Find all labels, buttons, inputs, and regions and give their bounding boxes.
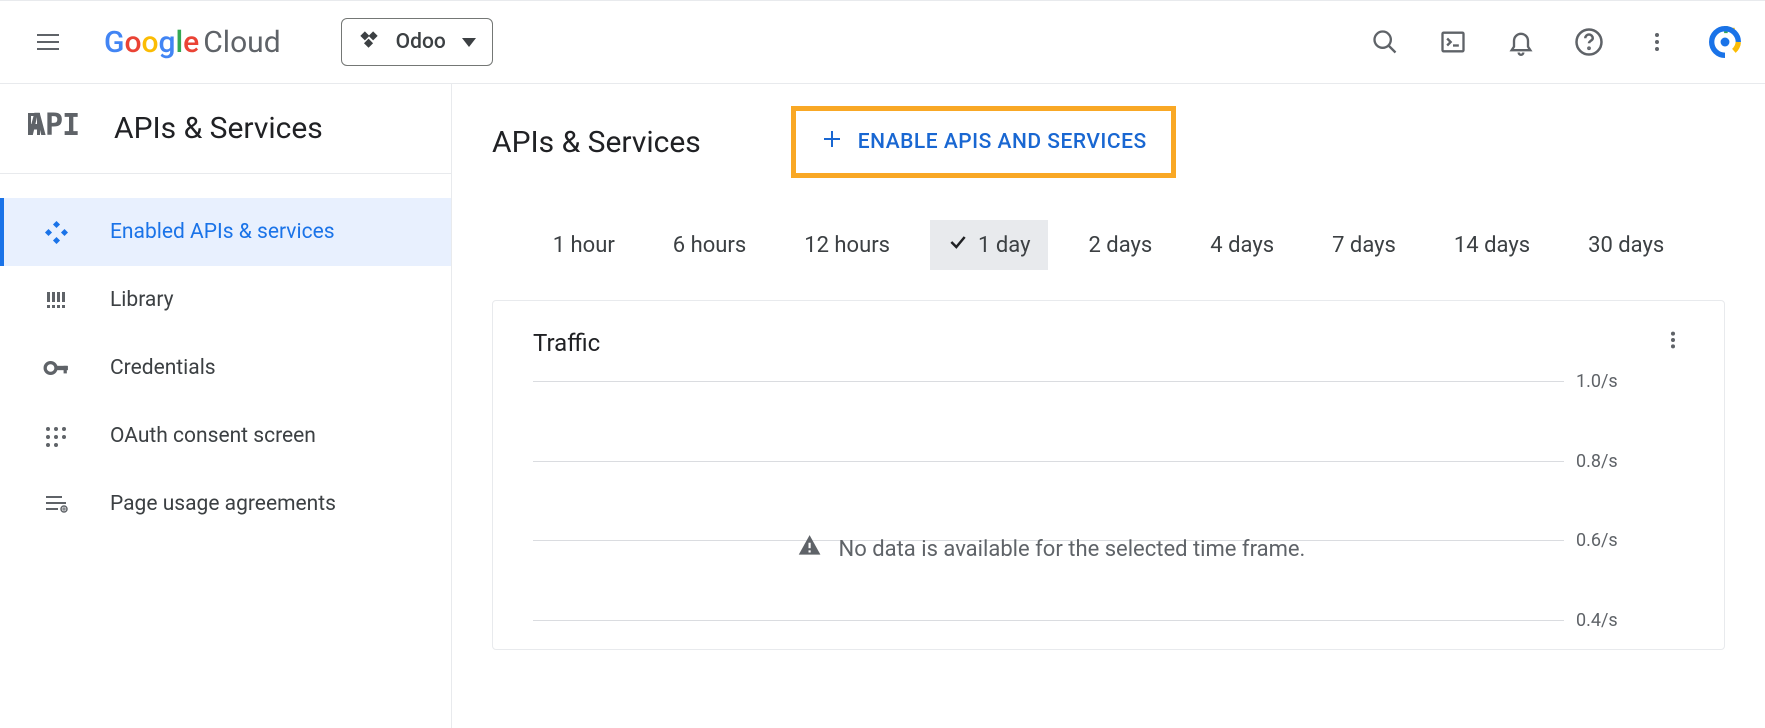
sidebar: API APIs & Services Enabled APIs & servi… [0,84,452,728]
cloud-label: Cloud [203,25,280,60]
traffic-chart: 1.0/s 0.8/s 0.6/s 0.4/s No data is avail… [533,381,1684,621]
diamond-apis-icon [42,218,70,246]
search-button[interactable] [1369,26,1401,58]
enable-apis-button[interactable]: ENABLE APIS AND SERVICES [791,106,1176,178]
main: APIs & Services ENABLE APIS AND SERVICES… [452,84,1765,728]
bell-icon [1507,28,1535,56]
time-range-filter: 1 hour 6 hours 12 hours 1 day 2 days 4 d… [452,200,1765,300]
no-data-message: No data is available for the selected ti… [797,533,1306,565]
section-title: APIs & Services [114,111,323,146]
no-data-text: No data is available for the selected ti… [839,537,1306,562]
time-filter-14-days[interactable]: 14 days [1436,220,1548,270]
card-title: Traffic [533,329,600,357]
check-icon [948,232,968,258]
header-actions [1369,26,1741,58]
hamburger-icon [37,34,59,50]
more-options-button[interactable] [1641,26,1673,58]
time-filter-2-days[interactable]: 2 days [1070,220,1170,270]
chart-gridlines: 1.0/s 0.8/s 0.6/s 0.4/s [533,381,1624,621]
sidebar-item-oauth[interactable]: OAuth consent screen [0,402,451,470]
warning-icon [797,533,823,565]
card-header: Traffic [533,329,1684,357]
time-filter-6-hours[interactable]: 6 hours [655,220,764,270]
google-cloud-logo[interactable]: Google Cloud [104,25,281,60]
plus-icon [820,127,844,157]
main-header: APIs & Services ENABLE APIS AND SERVICES [452,84,1765,200]
page-title: APIs & Services [492,125,701,160]
terminal-icon [1439,28,1467,56]
time-filter-12-hours[interactable]: 12 hours [786,220,908,270]
kebab-icon [1645,30,1669,54]
nav: Enabled APIs & services Library [0,174,451,538]
svg-text:API: API [28,108,79,141]
nav-item-label: Page usage agreements [110,492,336,516]
time-filter-30-days[interactable]: 30 days [1570,220,1682,270]
agreements-icon [42,490,70,518]
y-tick: 0.8/s [1564,451,1624,472]
sidebar-item-enabled-apis[interactable]: Enabled APIs & services [0,198,451,266]
hexagon-icon [358,29,380,55]
sidebar-item-library[interactable]: Library [0,266,451,334]
top-header: Google Cloud Odoo [0,0,1765,84]
help-icon [1574,27,1604,57]
chevron-down-icon [462,38,476,47]
card-menu-button[interactable] [1662,329,1684,357]
y-tick: 1.0/s [1564,371,1624,392]
nav-item-label: OAuth consent screen [110,424,316,448]
time-filter-7-days[interactable]: 7 days [1314,220,1414,270]
nav-item-label: Credentials [110,356,216,380]
project-name: Odoo [396,30,446,54]
kebab-icon [1662,329,1684,351]
cloud-shell-button[interactable] [1437,26,1469,58]
section-header: API APIs & Services [0,84,451,174]
hamburger-menu-button[interactable] [24,18,72,66]
time-filter-1-hour[interactable]: 1 hour [535,220,633,270]
time-filter-4-days[interactable]: 4 days [1192,220,1292,270]
library-icon [42,286,70,314]
sidebar-item-agreements[interactable]: Page usage agreements [0,470,451,538]
y-tick: 0.6/s [1564,530,1624,551]
account-button[interactable] [1709,26,1741,58]
nav-item-label: Enabled APIs & services [110,220,335,244]
api-logo-icon: API [28,106,84,151]
time-filter-1-day[interactable]: 1 day [930,220,1048,270]
notifications-button[interactable] [1505,26,1537,58]
y-tick: 0.4/s [1564,610,1624,631]
project-selector[interactable]: Odoo [341,18,493,66]
enable-button-label: ENABLE APIS AND SERVICES [858,130,1147,154]
consent-icon [42,422,70,450]
key-icon [42,354,70,382]
search-icon [1371,28,1399,56]
help-button[interactable] [1573,26,1605,58]
content: API APIs & Services Enabled APIs & servi… [0,84,1765,728]
traffic-card: Traffic 1.0/s 0.8/s 0.6/s 0.4/s [492,300,1725,650]
nav-item-label: Library [110,288,174,312]
sidebar-item-credentials[interactable]: Credentials [0,334,451,402]
account-avatar-icon [1709,25,1741,59]
